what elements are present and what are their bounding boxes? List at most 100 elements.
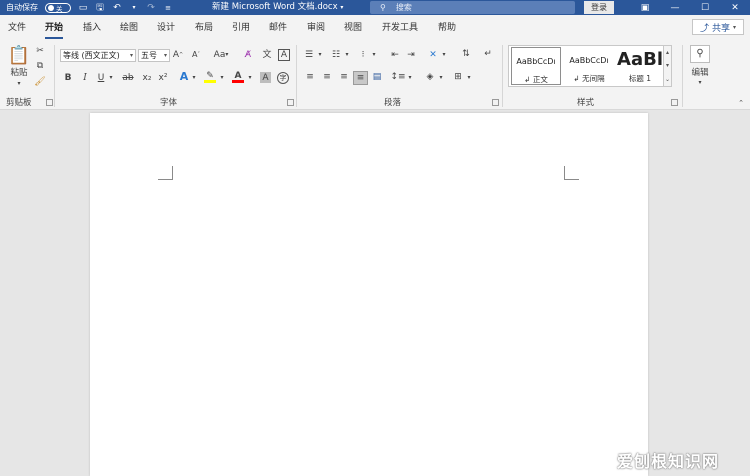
style-sample: AaBbCcDı: [569, 56, 609, 65]
tab-draw[interactable]: 绘图: [120, 22, 138, 35]
enclose-characters-icon[interactable]: 字: [277, 72, 289, 84]
grow-font-icon[interactable]: A ^: [172, 50, 184, 60]
copy-icon[interactable]: ⧉: [35, 61, 45, 71]
tab-design[interactable]: 设计: [157, 22, 175, 35]
document-area[interactable]: [0, 110, 750, 476]
subscript-button[interactable]: x₂: [141, 73, 153, 83]
chevron-up-icon[interactable]: ▴: [666, 49, 669, 56]
chevron-down-icon[interactable]: ▾: [666, 62, 669, 69]
autosave-toggle[interactable]: 关: [45, 2, 71, 13]
superscript-button[interactable]: x²: [157, 73, 169, 83]
phonetic-guide-icon[interactable]: 文: [261, 50, 273, 60]
customize-toolbar-icon[interactable]: ≡: [163, 3, 173, 13]
clear-formatting-icon[interactable]: A̸: [242, 50, 254, 60]
change-case-button[interactable]: Aa ▾: [210, 50, 232, 60]
bullets-icon[interactable]: ☰: [303, 50, 315, 60]
chevron-down-icon[interactable]: ▾: [696, 78, 704, 88]
document-title[interactable]: 新建 Microsoft Word 文档.docx ▾: [212, 0, 343, 15]
align-center-icon[interactable]: ≡: [321, 72, 333, 82]
bold-button[interactable]: B: [63, 73, 73, 83]
chevron-down-icon[interactable]: ▾: [441, 50, 447, 60]
touch-mode-icon[interactable]: ▭: [78, 3, 88, 13]
sort-icon[interactable]: ⇅: [459, 49, 473, 59]
tab-file[interactable]: 文件: [8, 22, 26, 35]
login-button[interactable]: 登录: [584, 1, 614, 14]
minimize-icon[interactable]: —: [660, 0, 690, 15]
cut-icon[interactable]: ✂: [35, 46, 45, 56]
numbering-icon[interactable]: ☷: [330, 50, 342, 60]
tab-developer[interactable]: 开发工具: [382, 22, 418, 35]
tab-review[interactable]: 审阅: [307, 22, 325, 35]
font-name-select[interactable]: 等线 (西文正文) ▾: [60, 49, 136, 62]
paragraph-launcher-icon[interactable]: [492, 99, 499, 106]
styles-gallery-scroll[interactable]: ▴ ▾ ⌄: [663, 45, 672, 87]
styles-launcher-icon[interactable]: [671, 99, 678, 106]
style-no-spacing[interactable]: AaBbCcDı ↲ 无间隔: [564, 47, 614, 85]
chevron-down-icon[interactable]: ▾: [15, 79, 23, 89]
tab-mailings[interactable]: 邮件: [269, 22, 287, 35]
chinese-layout-icon[interactable]: ✕: [426, 50, 440, 60]
crop-mark-top-left: [158, 166, 173, 180]
line-spacing-icon[interactable]: ↕≡: [390, 72, 405, 82]
chevron-down-icon[interactable]: ▾: [438, 73, 444, 83]
highlight-icon[interactable]: ✎: [204, 71, 216, 83]
italic-button[interactable]: I: [80, 73, 90, 83]
style-sample: AaBl: [617, 49, 663, 70]
share-button[interactable]: ⤴ 共享 ▾: [692, 19, 744, 35]
borders-icon[interactable]: ⊞: [452, 72, 464, 82]
decrease-indent-icon[interactable]: ⇤: [389, 50, 401, 60]
ribbon-display-options-icon[interactable]: ▣: [630, 0, 660, 15]
search-box[interactable]: ⚲ 搜索: [370, 1, 575, 14]
align-right-icon[interactable]: ≡: [338, 72, 350, 82]
collapse-ribbon-icon[interactable]: ⌃: [737, 98, 745, 108]
chevron-down-icon[interactable]: ▾: [344, 50, 350, 60]
chevron-down-icon[interactable]: ▾: [129, 3, 139, 13]
chevron-down-icon[interactable]: ▾: [371, 50, 377, 60]
redo-icon[interactable]: ↷: [146, 3, 156, 13]
chevron-down-icon[interactable]: ▾: [108, 73, 114, 83]
clipboard-launcher-icon[interactable]: [46, 99, 53, 106]
more-icon[interactable]: ⌄: [665, 76, 670, 83]
chevron-down-icon[interactable]: ▾: [247, 73, 253, 83]
tab-references[interactable]: 引用: [232, 22, 250, 35]
underline-button[interactable]: U: [96, 73, 106, 83]
align-left-icon[interactable]: ≡: [304, 72, 316, 82]
format-painter-icon[interactable]: 🖌: [34, 77, 45, 87]
tab-layout[interactable]: 布局: [195, 22, 213, 35]
font-launcher-icon[interactable]: [287, 99, 294, 106]
show-formatting-icon[interactable]: ↵: [482, 49, 494, 59]
editing-label[interactable]: 编辑: [688, 68, 712, 78]
close-icon[interactable]: ✕: [720, 0, 750, 15]
multilevel-list-icon[interactable]: ⁝: [357, 50, 369, 60]
style-heading-1[interactable]: AaBl 标题 1: [615, 47, 665, 85]
chevron-down-icon[interactable]: ▾: [466, 73, 472, 83]
strikethrough-button[interactable]: ab: [121, 73, 135, 83]
chevron-down-icon[interactable]: ▾: [317, 50, 323, 60]
tab-help[interactable]: 帮助: [438, 22, 456, 35]
character-shading-icon[interactable]: A: [260, 72, 271, 83]
paste-icon[interactable]: 📋: [8, 46, 30, 66]
chevron-down-icon[interactable]: ▾: [407, 73, 413, 83]
distributed-icon[interactable]: ▤: [371, 72, 383, 82]
justify-icon[interactable]: ≡: [353, 71, 368, 85]
group-separator: [682, 45, 683, 107]
font-size-select[interactable]: 五号 ▾: [138, 49, 170, 62]
tab-insert[interactable]: 插入: [83, 22, 101, 35]
character-border-icon[interactable]: A: [278, 49, 290, 61]
chevron-down-icon[interactable]: ▾: [219, 73, 225, 83]
style-normal[interactable]: AaBbCcDı ↲ 正文: [511, 47, 561, 85]
save-icon[interactable]: 🖫: [95, 3, 105, 13]
tab-home[interactable]: 开始: [45, 22, 64, 39]
document-page[interactable]: [90, 113, 648, 476]
increase-indent-icon[interactable]: ⇥: [405, 50, 417, 60]
shading-icon[interactable]: ◈: [424, 72, 436, 82]
paste-label[interactable]: 粘贴: [8, 68, 30, 78]
font-color-icon[interactable]: A: [232, 71, 244, 83]
maximize-icon[interactable]: ☐: [690, 0, 720, 15]
chevron-down-icon[interactable]: ▾: [191, 73, 197, 83]
text-effects-icon[interactable]: A: [178, 71, 190, 82]
tab-view[interactable]: 视图: [344, 22, 362, 35]
find-icon[interactable]: ⚲: [690, 45, 710, 63]
undo-icon[interactable]: ↶: [112, 3, 122, 13]
shrink-font-icon[interactable]: Aˇ: [190, 50, 202, 60]
